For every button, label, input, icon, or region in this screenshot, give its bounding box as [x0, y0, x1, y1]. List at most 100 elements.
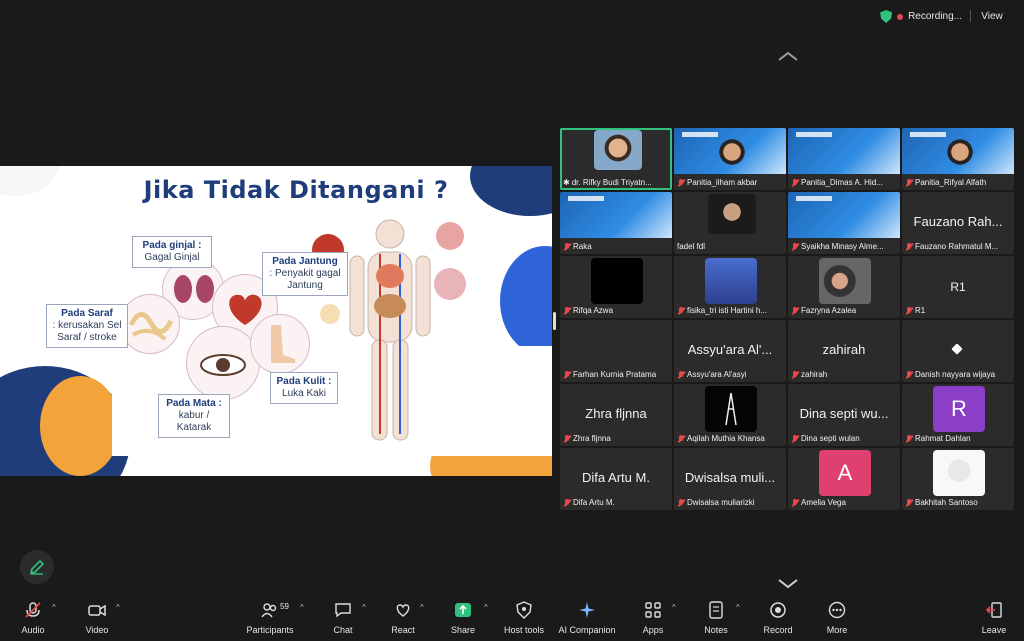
video-tile[interactable]: Danish nayyara wijaya — [902, 320, 1014, 382]
participant-name: Panitia_ilham akbar — [687, 178, 758, 187]
participant-name: Dina septi wulan — [801, 434, 860, 443]
chevron-up-icon[interactable] — [777, 50, 799, 62]
human-body-diagram — [312, 219, 466, 441]
participant-display-name: Assyu'ara Al'... — [687, 342, 773, 357]
mic-muted-icon — [905, 370, 913, 379]
video-tile[interactable]: fadel fdl — [674, 192, 786, 254]
sparkle-icon — [579, 602, 595, 618]
participant-name: Assyu'ara Al'asyi — [687, 370, 747, 379]
participants-button[interactable]: Participants — [242, 599, 298, 639]
chevron-down-icon[interactable] — [777, 578, 799, 590]
recording-indicator[interactable]: Recording... — [880, 10, 962, 23]
mic-muted-icon — [563, 434, 571, 443]
share-options-caret[interactable]: ^ — [484, 603, 488, 612]
record-icon — [770, 602, 786, 618]
video-tile[interactable]: Aqilah Muthia Khansa — [674, 384, 786, 446]
callout-nerve: Pada Saraf: kerusakan Sel Saraf / stroke — [46, 304, 128, 348]
participant-name: Aqilah Muthia Khansa — [687, 434, 765, 443]
mic-muted-icon — [563, 498, 571, 507]
video-tile[interactable]: Assyu'ara Al'... Assyu'ara Al'asyi — [674, 320, 786, 382]
participant-display-name: Fauzano Rah... — [913, 214, 1003, 229]
video-tile[interactable]: Fazryna Azalea — [788, 256, 900, 318]
chat-bubble-icon — [335, 603, 351, 618]
mic-muted-icon — [563, 306, 571, 315]
react-options-caret[interactable]: ^ — [420, 603, 424, 612]
participants-options-caret[interactable]: ^ — [300, 603, 304, 612]
video-tile[interactable]: Panitia_ilham akbar — [674, 128, 786, 190]
video-options-caret[interactable]: ^ — [116, 603, 120, 612]
view-button[interactable]: View — [970, 6, 1014, 26]
video-tile[interactable]: Dwisalsa muli... Dwisalsa muliarizki — [674, 448, 786, 510]
pencil-icon — [29, 559, 45, 575]
leave-exit-icon — [985, 602, 1002, 618]
participant-name: zahirah — [801, 370, 828, 379]
participant-name: fadel fdl — [677, 242, 706, 251]
participant-display-name: R1 — [950, 280, 966, 294]
participant-name: R1 — [915, 306, 926, 315]
video-tile[interactable]: Panitia_Dimas A. Hid... — [788, 128, 900, 190]
video-tile[interactable]: Raka — [560, 192, 672, 254]
webinar-banner — [560, 192, 672, 238]
video-camera-icon — [88, 604, 106, 617]
recording-label: Recording... — [908, 11, 962, 22]
mic-muted-icon — [791, 242, 799, 251]
mic-muted-icon — [563, 370, 571, 379]
participant-name: Rifqa Azwa — [573, 306, 614, 315]
video-button[interactable]: Video — [80, 599, 114, 639]
apps-options-caret[interactable]: ^ — [672, 603, 676, 612]
audio-options-caret[interactable]: ^ — [52, 603, 56, 612]
record-button[interactable]: Record — [760, 599, 796, 639]
profile-picture — [705, 386, 757, 432]
video-tile[interactable]: zahirah zahirah — [788, 320, 900, 382]
leave-button[interactable]: Leave — [976, 599, 1012, 639]
video-tile[interactable]: Rifqa Azwa — [560, 256, 672, 318]
mic-muted-icon — [677, 178, 685, 187]
chat-options-caret[interactable]: ^ — [362, 603, 366, 612]
video-tile[interactable]: R Rahmat Dahlan — [902, 384, 1014, 446]
profile-picture — [591, 258, 643, 304]
chat-button[interactable]: Chat — [326, 599, 360, 639]
notes-options-caret[interactable]: ^ — [736, 603, 740, 612]
more-button[interactable]: More — [820, 599, 854, 639]
video-tile[interactable]: Zhra fljnna Zhra fljnna — [560, 384, 672, 446]
apps-button[interactable]: Apps — [638, 599, 668, 639]
participant-name: Raka — [573, 242, 592, 251]
video-tile[interactable]: Syaikha Minasy Alme... — [788, 192, 900, 254]
video-tile[interactable]: Dina septi wu... Dina septi wulan — [788, 384, 900, 446]
video-tile[interactable]: R1 R1 — [902, 256, 1014, 318]
participant-display-name: Dwisalsa muli... — [684, 470, 776, 485]
video-tile[interactable]: fisika_tri isti Hartini h... — [674, 256, 786, 318]
participant-name: Dwisalsa muliarizki — [687, 498, 755, 507]
participant-name: Bakhitah Santoso — [915, 498, 978, 507]
microphone-muted-icon — [25, 602, 41, 618]
video-tile[interactable]: Bakhitah Santoso — [902, 448, 1014, 510]
audio-button[interactable]: Audio — [16, 599, 50, 639]
mic-muted-icon — [791, 306, 799, 315]
callout-heart: Pada Jantung: Penyakit gagal Jantung — [262, 252, 348, 296]
share-screen-icon — [455, 603, 471, 617]
profile-picture — [933, 450, 985, 496]
video-tile[interactable]: A Amelia Vega — [788, 448, 900, 510]
participants-icon — [261, 603, 277, 618]
participant-name: Syaikha Minasy Alme... — [801, 242, 884, 251]
share-button[interactable]: Share — [446, 599, 480, 639]
video-tile[interactable]: Panitia_Rifyal Alfath — [902, 128, 1014, 190]
video-tile[interactable]: ✱ dr. Rifky Budi Triyatn... — [560, 128, 672, 190]
participant-name: Fazryna Azalea — [801, 306, 857, 315]
host-tools-button[interactable]: Host tools — [500, 599, 548, 639]
split-resize-handle[interactable] — [553, 312, 556, 330]
participant-name: Farhan Kurnia Pratama — [573, 370, 657, 379]
ai-companion-button[interactable]: AI Companion — [556, 599, 618, 639]
react-button[interactable]: React — [386, 599, 420, 639]
video-tile[interactable]: Difa Artu M. Difa Artu M. — [560, 448, 672, 510]
video-tile[interactable]: Farhan Kurnia Pratama — [560, 320, 672, 382]
participant-video — [708, 194, 756, 234]
callout-skin: Pada Kulit : Luka Kaki — [270, 372, 338, 404]
more-dots-icon — [828, 601, 846, 619]
video-tile[interactable]: Fauzano Rah... Fauzano Rahmatul M... — [902, 192, 1014, 254]
annotate-pencil-button[interactable] — [20, 550, 54, 584]
meeting-toolbar: Audio ^ Video ^ Participants 59 ^ Chat ^… — [0, 595, 1024, 641]
participant-video — [936, 130, 984, 170]
notes-button[interactable]: Notes — [700, 599, 732, 639]
participant-name: Panitia_Dimas A. Hid... — [801, 178, 883, 187]
